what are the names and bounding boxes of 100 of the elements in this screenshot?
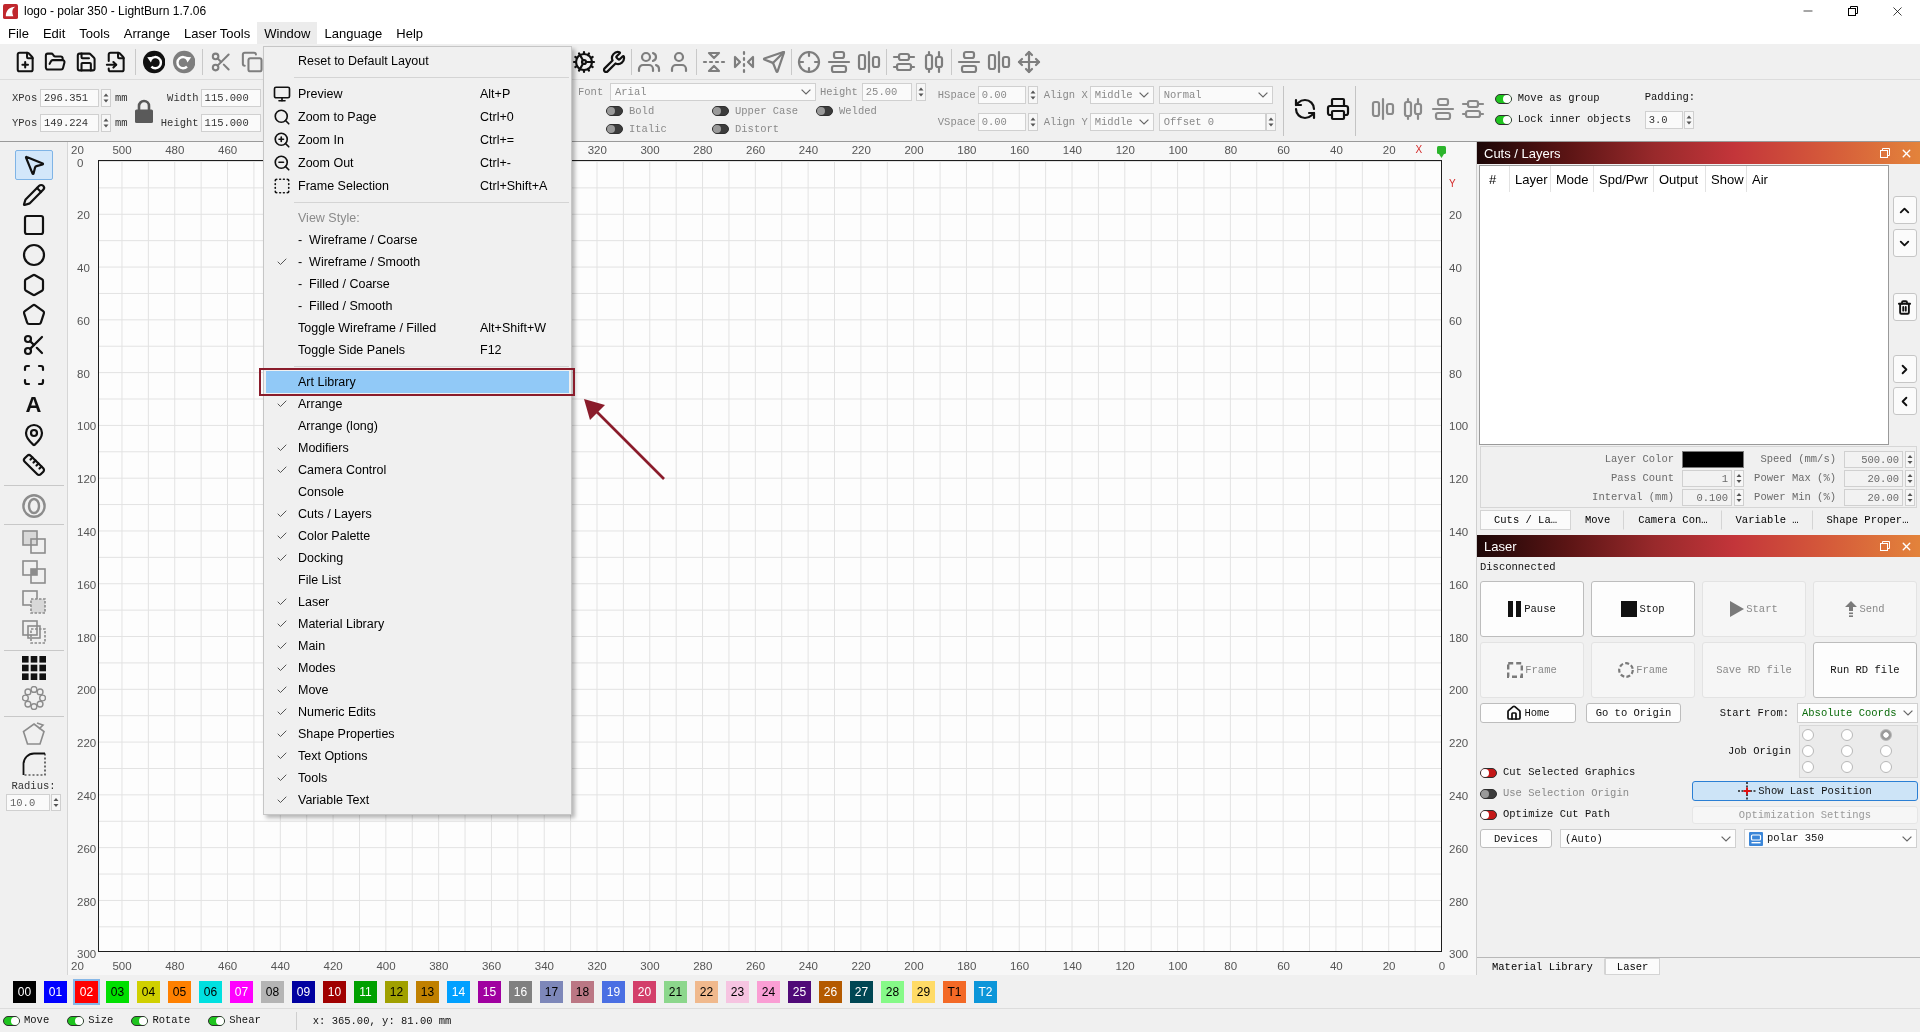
toggle-switch[interactable]: [208, 1015, 226, 1026]
color-swatch[interactable]: 25: [786, 978, 813, 1005]
radio-button[interactable]: [1880, 729, 1892, 741]
color-swatch[interactable]: 23: [724, 978, 751, 1005]
color-swatch[interactable]: 16: [507, 978, 534, 1005]
side-button[interactable]: [1892, 196, 1917, 224]
color-swatch[interactable]: 18: [569, 978, 596, 1005]
undo-icon[interactable]: [142, 49, 165, 74]
go-to-origin-button[interactable]: Go to Origin: [1586, 703, 1681, 723]
color-swatch[interactable]: 09: [290, 978, 317, 1005]
spin-arrows-icon[interactable]: [101, 114, 111, 132]
color-swatch[interactable]: 00: [11, 978, 38, 1005]
menu-item[interactable]: Material Library: [266, 613, 569, 635]
radio-button[interactable]: [1880, 761, 1892, 773]
menu-item[interactable]: Main: [266, 635, 569, 657]
menu-title[interactable]: Help: [389, 22, 431, 44]
color-swatch[interactable]: 19: [600, 978, 627, 1005]
menu-title[interactable]: File: [1, 22, 36, 44]
spin-arrows-icon[interactable]: [1905, 470, 1915, 487]
spin-arrows-icon[interactable]: [51, 794, 61, 811]
radio-button[interactable]: [1802, 761, 1814, 773]
color-swatch[interactable]: T1: [941, 978, 968, 1005]
side-button[interactable]: [1892, 355, 1917, 383]
menu-item[interactable]: Arrange (long): [266, 415, 569, 437]
menu-item[interactable]: Numeric Edits: [266, 701, 569, 723]
file-import-icon[interactable]: [105, 49, 128, 74]
layer-color-swatch[interactable]: [1682, 451, 1744, 468]
menu-item[interactable]: - Wireframe / Smooth: [266, 251, 569, 273]
menu-item[interactable]: Variable Text: [266, 789, 569, 811]
menu-title[interactable]: Edit: [35, 22, 73, 44]
menu-item[interactable]: Tools: [266, 767, 569, 789]
menu-item[interactable]: Modifiers: [266, 437, 569, 459]
color-swatch[interactable]: 02: [73, 978, 100, 1005]
number-field[interactable]: 20.00: [1844, 470, 1903, 487]
color-swatch[interactable]: 10: [321, 978, 348, 1005]
side-button[interactable]: [1892, 229, 1917, 257]
panel-tab[interactable]: Cuts / La…: [1480, 510, 1571, 530]
printer-icon[interactable]: [1325, 96, 1350, 121]
side-button[interactable]: [1892, 387, 1917, 415]
radio-button[interactable]: [1802, 745, 1814, 757]
number-field[interactable]: 296.351: [40, 89, 99, 107]
spin-arrows-icon[interactable]: [1027, 113, 1038, 131]
color-swatch[interactable]: 21: [662, 978, 689, 1005]
color-swatch[interactable]: 22: [693, 978, 720, 1005]
spin-arrows-icon[interactable]: [1265, 113, 1276, 131]
color-swatch[interactable]: 04: [135, 978, 162, 1005]
toggle-switch[interactable]: [1494, 114, 1512, 125]
panel-tab[interactable]: Laser: [1604, 958, 1661, 975]
menu-item[interactable]: Toggle Wireframe / Filled Alt+Shift+W: [266, 317, 569, 339]
column-header[interactable]: #: [1480, 166, 1510, 192]
radio-button[interactable]: [1802, 729, 1814, 741]
number-field[interactable]: 1: [1682, 470, 1732, 487]
color-swatch[interactable]: 05: [166, 978, 193, 1005]
menu-item[interactable]: Reset to Default Layout: [266, 50, 569, 72]
menu-item[interactable]: Shape Properties: [266, 723, 569, 745]
menu-title[interactable]: Language: [317, 22, 390, 44]
number-field[interactable]: 115.000: [200, 114, 261, 132]
menu-item[interactable]: Frame Selection Ctrl+Shift+A: [266, 174, 569, 197]
menu-item[interactable]: Modes: [266, 657, 569, 679]
toggle-switch[interactable]: [1494, 93, 1512, 104]
toggle-switch[interactable]: [1480, 809, 1497, 820]
color-swatch[interactable]: 08: [259, 978, 286, 1005]
toggle-switch[interactable]: [67, 1015, 85, 1026]
menu-title[interactable]: Arrange: [116, 22, 177, 44]
toggle-switch[interactable]: [1480, 767, 1497, 778]
color-swatch[interactable]: 27: [848, 978, 875, 1005]
spin-arrows-icon[interactable]: [101, 89, 111, 107]
menu-item[interactable]: Text Options: [266, 745, 569, 767]
rotate-arrows-icon[interactable]: [1292, 96, 1317, 121]
column-header[interactable]: Layer: [1510, 166, 1551, 192]
menu-item[interactable]: File List: [266, 569, 569, 591]
spin-arrows-icon[interactable]: [1905, 451, 1915, 468]
menu-item[interactable]: Move: [266, 679, 569, 701]
menu-item[interactable]: Docking: [266, 547, 569, 569]
port-dropdown[interactable]: (Auto): [1560, 829, 1736, 848]
spin-arrows-icon[interactable]: [915, 83, 926, 101]
color-swatch[interactable]: 29: [910, 978, 937, 1005]
column-header[interactable]: Show: [1706, 166, 1747, 192]
number-field[interactable]: 0.100: [1682, 489, 1732, 506]
menu-title[interactable]: Window: [257, 22, 318, 44]
laser-button[interactable]: Pause: [1480, 581, 1584, 637]
spin-arrows-icon[interactable]: [1905, 489, 1915, 506]
menu-item[interactable]: - Filled / Coarse: [266, 273, 569, 295]
gears-icon[interactable]: [572, 49, 596, 74]
menu-item[interactable]: Preview Alt+P: [266, 82, 569, 105]
number-field[interactable]: 500.00: [1844, 451, 1903, 468]
radio-button[interactable]: [1841, 745, 1853, 757]
color-swatch[interactable]: 03: [104, 978, 131, 1005]
column-header[interactable]: Spd/Pwr: [1594, 166, 1654, 192]
menu-item[interactable]: Color Palette: [266, 525, 569, 547]
menu-item[interactable]: Zoom In Ctrl+=: [266, 128, 569, 151]
column-header[interactable]: Mode: [1551, 166, 1594, 192]
color-swatch[interactable]: 26: [817, 978, 844, 1005]
new-file-icon[interactable]: [14, 49, 37, 74]
menu-item[interactable]: Zoom to Page Ctrl+0: [266, 105, 569, 128]
spin-arrows-icon[interactable]: [1027, 86, 1038, 104]
tool-button[interactable]: A: [14, 390, 53, 420]
radio-button[interactable]: [1841, 729, 1853, 741]
restore-icon[interactable]: [1847, 6, 1858, 16]
start-from-dropdown[interactable]: Absolute Coords: [1797, 703, 1918, 723]
